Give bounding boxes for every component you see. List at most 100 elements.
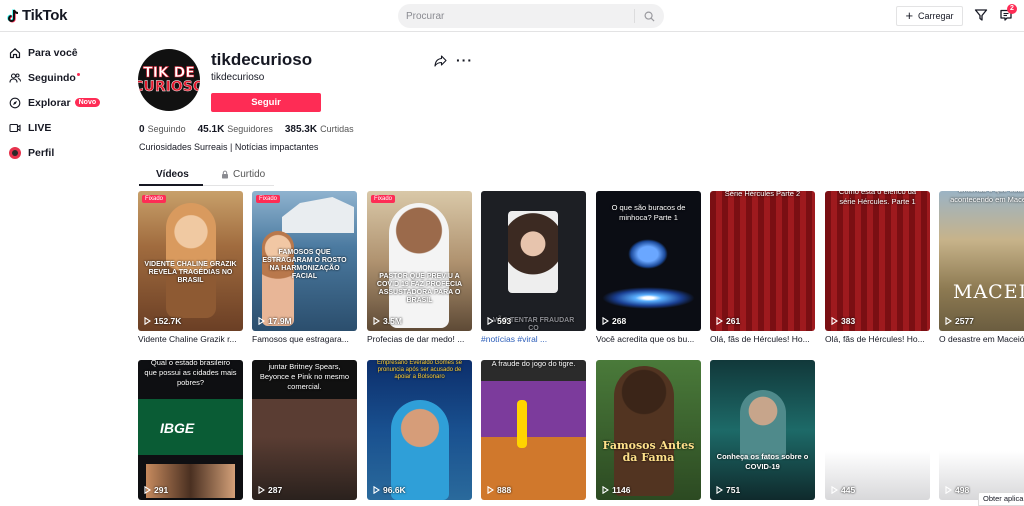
video-caption: Você acredita que os bu... [596, 334, 695, 344]
play-icon [258, 486, 265, 494]
video-card[interactable]: A fraude do jogo do tigre. 888 [481, 360, 586, 500]
view-count: 287 [258, 485, 282, 495]
view-count-value: 383 [841, 316, 856, 326]
view-count: 498 [945, 485, 969, 495]
video-card[interactable]: Conheça os fatos sobre o COVID-19 751 [710, 360, 815, 500]
video-caption: Olá, fãs de Hércules! Ho... [710, 334, 810, 344]
video-card[interactable]: juntar Britney Spears, Beyonce e Pink no… [252, 360, 357, 500]
sidebar-item-para-voce[interactable]: Para você [0, 40, 120, 65]
video-thumbnail: O que são buracos de minhoca? Parte 1 26… [596, 191, 701, 331]
view-count-value: 445 [841, 485, 856, 495]
view-count: 2577 [945, 316, 974, 326]
video-card[interactable]: Série Hércules Parte 2 261 Olá, fãs de H… [710, 191, 815, 344]
notification-dot [76, 73, 80, 76]
video-card[interactable]: VÃO TENTAR FRAUDAR CO 593 #notícias #vir… [481, 191, 586, 344]
video-thumbnail: Conheça os fatos sobre o COVID-19 751 [710, 360, 815, 500]
likes-label: Curtidas [320, 124, 354, 134]
sidebar-item-seguindo[interactable]: Seguindo [0, 65, 120, 90]
profile-bio: Curiosidades Surreais | Notícias impacta… [139, 142, 319, 152]
sidebar-item-explorar[interactable]: Explorar Novo [0, 90, 120, 115]
video-overlay-text: Série Hércules Parte 2 [724, 191, 801, 198]
video-card[interactable]: Famosos Antes da Fama 1146 [596, 360, 701, 500]
lock-icon [222, 170, 228, 179]
following-stat: 0 Seguindo [139, 124, 186, 135]
home-icon [9, 47, 21, 58]
video-caption: Olá, fãs de Hércules! Ho... [825, 334, 925, 344]
view-count-value: 261 [726, 316, 741, 326]
view-count-value: 291 [154, 485, 169, 495]
tiktok-logo[interactable]: TikTok [7, 7, 67, 24]
pinned-badge: Fixado [256, 195, 281, 203]
view-count-value: 96.6K [383, 485, 406, 495]
follow-button[interactable]: Seguir [211, 93, 321, 112]
more-options-icon[interactable]: ··· [456, 52, 473, 68]
view-count: 593 [487, 316, 511, 326]
play-icon [945, 486, 952, 494]
video-thumbnail: Como está o elenco da série Hércules. Pa… [825, 191, 930, 331]
pinned-badge: Fixado [142, 195, 167, 203]
video-thumbnail: Série Hércules Parte 2 261 [710, 191, 815, 331]
compass-icon [9, 97, 21, 108]
people-icon [9, 72, 21, 83]
video-overlay-text: O que são buracos de minhoca? Parte 1 [611, 203, 686, 222]
view-count-value: 3.5M [383, 316, 402, 326]
plus-icon: + [905, 8, 914, 23]
view-count: 96.6K [373, 485, 406, 495]
video-card[interactable]: O que são buracos de minhoca? Parte 1 26… [596, 191, 701, 344]
view-count: 268 [602, 316, 626, 326]
play-icon [831, 486, 838, 494]
sidebar-item-label: Explorar [28, 96, 71, 109]
video-overlay-text: Empresário Everaldo Gomes se pronuncia a… [376, 360, 463, 380]
video-card[interactable]: Como está o elenco da série Hércules. Pa… [825, 191, 930, 344]
video-card[interactable]: Fixado PASTOR QUE PREVIU A COVID 19 FAZ … [367, 191, 472, 344]
avatar: TIK DE CURIOSO [138, 49, 200, 111]
sidebar-item-live[interactable]: LIVE [0, 115, 120, 140]
view-count-value: 888 [497, 485, 512, 495]
video-card[interactable]: 498 [939, 360, 1024, 500]
view-count-value: 593 [497, 316, 512, 326]
search-input[interactable] [398, 10, 634, 22]
upload-button[interactable]: + Carregar [896, 6, 963, 26]
video-overlay-text: juntar Britney Spears, Beyonce e Pink no… [259, 362, 350, 391]
play-icon [602, 486, 609, 494]
video-card[interactable]: Qual o estado brasileiro que possui as c… [138, 360, 243, 500]
sidebar-item-perfil[interactable]: Perfil [0, 140, 120, 165]
video-card[interactable]: Empresário Everaldo Gomes se pronuncia a… [367, 360, 472, 500]
video-caption: O desastre em Maceió [939, 334, 1024, 344]
video-card[interactable]: Fixado FAMOSOS QUE ESTRAGARAM O ROSTO NA… [252, 191, 357, 344]
video-thumbnail: Entenda o que está acontecendo em Maceió… [939, 191, 1024, 331]
video-overlay-text: PASTOR QUE PREVIU A COVID 19 FAZ PROFECI… [376, 273, 463, 304]
inset-video-frame [508, 211, 558, 293]
tab-liked[interactable]: Curtido [221, 169, 265, 180]
video-overlay-text: VIDENTE CHALINE GRAZIK REVELA TRAGÉDIAS … [144, 261, 237, 284]
search-button[interactable] [635, 11, 663, 22]
sidebar-item-label: LIVE [28, 121, 52, 134]
view-count-value: 2577 [955, 316, 974, 326]
followers-stat[interactable]: 45.1K Seguidores [198, 124, 273, 135]
person-silhouette [740, 390, 786, 460]
video-card[interactable]: Entenda o que está acontecendo em Maceió… [939, 191, 1024, 344]
view-count: 888 [487, 485, 511, 495]
yacht-shape [282, 197, 354, 233]
view-count-value: 287 [268, 485, 283, 495]
top-bar: TikTok + Carregar 2 [0, 0, 1024, 32]
video-thumbnail: Fixado PASTOR QUE PREVIU A COVID 19 FAZ … [367, 191, 472, 331]
video-thumbnail: Famosos Antes da Fama 1146 [596, 360, 701, 500]
view-count: 751 [716, 485, 740, 495]
logo-text: TikTok [22, 7, 68, 24]
video-overlay-text: FAMOSOS QUE ESTRAGARAM O ROSTO NA HARMON… [262, 249, 347, 280]
view-count-value: 17.9M [268, 316, 292, 326]
profile-nickname: tikdecurioso [211, 72, 265, 83]
profile-username: tikdecurioso [211, 50, 313, 69]
tab-videos[interactable]: Vídeos [156, 169, 189, 180]
filter-send-icon[interactable] [974, 8, 988, 22]
galaxy-shape [602, 287, 695, 309]
video-card[interactable]: 445 [825, 360, 930, 500]
play-icon [945, 317, 952, 325]
sidebar: Para você Seguindo Explorar Novo LIVE Pe… [0, 40, 120, 165]
video-overlay-text: Famosos Antes da Fama [602, 439, 695, 464]
share-icon[interactable] [434, 55, 447, 67]
video-card[interactable]: Fixado VIDENTE CHALINE GRAZIK REVELA TRA… [138, 191, 243, 344]
profile-stats: 0 Seguindo 45.1K Seguidores 385.3K Curtidas [139, 124, 354, 135]
video-thumbnail: Empresário Everaldo Gomes se pronuncia a… [367, 360, 472, 500]
